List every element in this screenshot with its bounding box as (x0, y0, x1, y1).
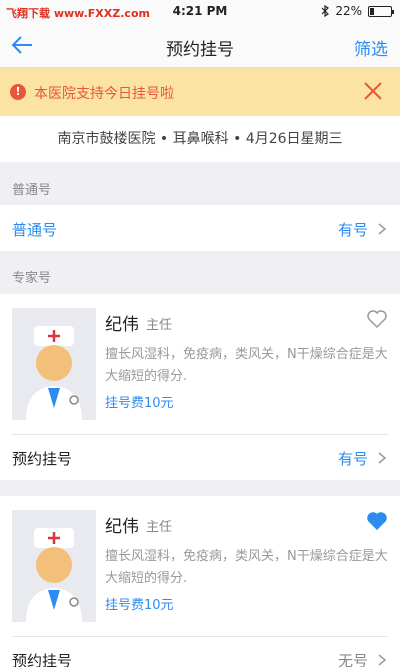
doctor-avatar (12, 510, 96, 622)
book-label: 预约挂号 (12, 450, 73, 468)
notice-text: 本医院支持今日挂号啦 (34, 86, 174, 102)
battery-percent: 22% (335, 4, 362, 18)
doctor-illustration (26, 326, 82, 420)
filter-button[interactable]: 筛选 (354, 35, 388, 60)
chevron-right-icon (378, 223, 387, 235)
heart-filled-icon[interactable] (366, 510, 388, 532)
battery-fill (370, 7, 374, 15)
doctor-name: 纪伟 (105, 315, 139, 335)
doctor-avatar (12, 308, 96, 420)
bluetooth-icon (321, 5, 330, 17)
doctor-card[interactable]: 纪伟 主任 擅长风湿科，免疫病，类风关，N干燥综合症是大大缩短的得分. 挂号费1… (0, 496, 400, 667)
doctor-description: 擅长风湿科，免疫病，类风关，N干燥综合症是大大缩短的得分. (105, 549, 388, 586)
doctor-fee: 挂号费10元 (105, 598, 174, 613)
doctor-card[interactable]: 纪伟 主任 擅长风湿科，免疫病，类风关，N干燥综合症是大大缩短的得分. 挂号费1… (0, 294, 400, 480)
divider (12, 434, 388, 435)
close-icon[interactable] (362, 80, 384, 102)
doctor-illustration (26, 528, 82, 622)
notice-banner: ! 本医院支持今日挂号啦 (0, 68, 400, 116)
heart-outline-icon[interactable] (366, 308, 388, 330)
general-row[interactable]: 普通号 有号 (0, 205, 400, 251)
warning-icon: ! (10, 84, 26, 100)
status-right: 22% (321, 4, 394, 18)
section-general-label: 普通号 (12, 183, 52, 198)
chevron-right-icon (378, 654, 387, 666)
book-availability[interactable]: 有号 (338, 448, 368, 469)
general-row-label: 普通号 (12, 221, 58, 239)
battery-icon (368, 5, 394, 17)
page-title: 预约挂号 (166, 40, 234, 60)
general-row-value: 有号 (337, 221, 368, 239)
nav-bar: 预约挂号 筛选 (0, 24, 400, 68)
doctor-description: 擅长风湿科，免疫病，类风关，N干燥综合症是大大缩短的得分. (105, 347, 388, 384)
hospital-info: 南京市鼓楼医院 • 耳鼻喉科 • 4月26日星期三 (0, 116, 400, 162)
book-availability[interactable]: 无号 (338, 650, 368, 667)
chevron-right-icon (378, 452, 387, 464)
doctor-name: 纪伟 (105, 517, 139, 537)
status-bar: 飞翔下载 www.FXXZ.com 4:21 PM 22% (0, 0, 400, 24)
doctor-title: 主任 (146, 318, 173, 333)
doctor-title: 主任 (146, 520, 173, 535)
section-expert-label: 专家号 (12, 271, 52, 286)
divider (12, 636, 388, 637)
doctor-fee: 挂号费10元 (105, 396, 174, 411)
book-label: 预约挂号 (12, 652, 73, 667)
